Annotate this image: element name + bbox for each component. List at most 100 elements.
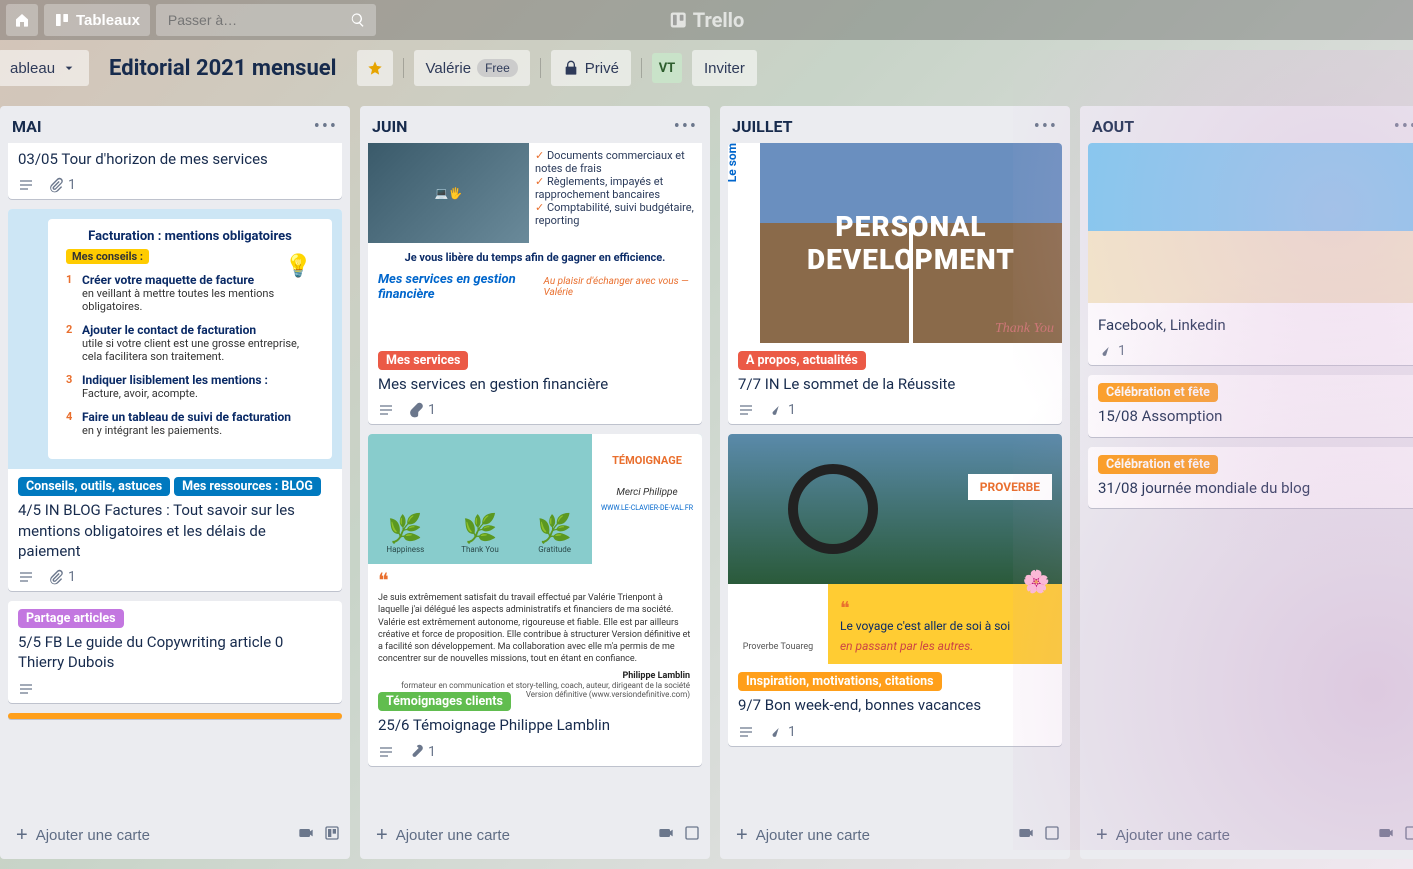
member-avatar[interactable]: VT [652,53,682,83]
cover-image: 💻🖐️ [368,143,529,243]
card-label: Célébration et fête [1098,383,1218,402]
card[interactable]: Le sommet de la réussite PERSONAL DEVELO… [728,143,1062,424]
top-header: Tableaux Trello [0,0,1413,40]
video-icon[interactable] [1378,825,1394,845]
board-dropdown[interactable]: ableau [0,50,89,86]
list-cards: Le sommet de la réussite PERSONAL DEVELO… [720,143,1070,811]
jump-to-input[interactable] [156,4,376,36]
description-icon [378,402,394,418]
list-title[interactable]: JUILLET [732,117,793,136]
list-title[interactable]: MAI [12,117,42,136]
card[interactable]: 💻🖐️ Documents commerciaux et notes de fr… [368,143,702,424]
list-menu-button[interactable]: ••• [314,116,338,137]
card-cover: PROVERBE Proverbe Touareg 🌸 ❝ Le voyage … [728,434,1062,664]
brand-text: Trello [693,8,745,32]
star-icon [367,60,383,76]
card[interactable] [8,713,342,719]
add-card-button[interactable]: +Ajouter une carte [730,819,1010,851]
list-cards: Facebook, Linkedin 1 Célébration et fête… [1080,143,1413,811]
card-cover: Le sommet de la réussite PERSONAL DEVELO… [728,143,1062,343]
card-label: Célébration et fête [1098,455,1218,474]
list-mai: MAI ••• 03/05 Tour d'horizon de mes serv… [0,106,350,859]
attachment-badge: 1 [768,724,796,740]
list-menu-button[interactable]: ••• [1394,116,1413,137]
video-icon[interactable] [658,825,674,845]
card-label: Témoignages clients [378,692,511,711]
chevron-down-icon [61,60,77,76]
search-icon [350,12,366,32]
list-title[interactable]: AOUT [1092,117,1134,136]
card[interactable]: 03/05 Tour d'horizon de mes services 1 [8,143,342,199]
card-title: 15/08 Assomption [1098,406,1412,426]
board-header: ableau Editorial 2021 mensuel Valérie Fr… [0,40,1413,96]
card-cover [1088,143,1413,303]
card-cover: Conseils, outils, astuces Facturation : … [8,209,342,469]
card[interactable]: Célébration et fête 15/08 Assomption [1088,375,1413,436]
card-title: Mes services en gestion financière [378,374,692,394]
description-icon [18,177,34,193]
card-label: Conseils, outils, astuces [18,477,170,496]
divider [403,58,404,78]
card[interactable]: Conseils, outils, astuces Facturation : … [8,209,342,591]
list-cards: 💻🖐️ Documents commerciaux et notes de fr… [360,143,710,811]
attachment-badge: 1 [768,402,796,418]
add-card-button[interactable]: +Ajouter une carte [370,819,650,851]
list-menu-button[interactable]: ••• [674,116,698,137]
boards-button[interactable]: Tableaux [44,4,150,36]
template-icon[interactable] [684,825,700,845]
plus-icon: + [376,825,388,845]
plan-badge: Free [477,59,518,77]
description-icon [378,744,394,760]
video-icon[interactable] [298,825,314,845]
add-card-button[interactable]: +Ajouter une carte [10,819,290,851]
list-menu-button[interactable]: ••• [1034,116,1058,137]
board-title[interactable]: Editorial 2021 mensuel [99,56,346,81]
list-title[interactable]: JUIN [372,117,407,136]
description-icon [18,569,34,585]
attachment-badge: 1 [408,402,436,418]
card-title: 7/7 IN Le sommet de la Réussite [738,374,1052,394]
template-icon[interactable] [324,825,340,845]
card[interactable]: Célébration et fête 31/08 journée mondia… [1088,447,1413,508]
board-canvas: MAI ••• 03/05 Tour d'horizon de mes serv… [0,96,1413,869]
list-juillet: JUILLET ••• Le sommet de la réussite PER… [720,106,1070,859]
search-wrap [156,4,376,36]
card-title: 25/6 Témoignage Philippe Lamblin [378,715,692,735]
add-card-button[interactable]: +Ajouter une carte [1090,819,1370,851]
description-icon [738,402,754,418]
attachment-badge: 1 [48,569,76,585]
plus-icon: + [16,825,28,845]
template-icon[interactable] [1044,825,1060,845]
star-button[interactable] [357,50,393,86]
card-cover: Happiness Thank You Gratitude TÉMOIGNAGE… [368,434,702,684]
template-icon[interactable] [1404,825,1413,845]
card-title: Facebook, Linkedin [1098,315,1412,335]
card-label: Mes ressources : BLOG [174,477,321,496]
lock-icon [563,60,579,76]
video-icon[interactable] [1018,825,1034,845]
attachment-badge: 1 [48,177,76,193]
card[interactable]: Partage articles 5/5 FB Le guide du Copy… [8,601,342,703]
boards-icon [54,12,70,28]
visibility-button[interactable]: Privé [551,50,631,86]
card-label: Partage articles [18,609,124,628]
board-dropdown-label: ableau [10,60,55,77]
card-label: Mes services [378,351,468,370]
card[interactable]: Happiness Thank You Gratitude TÉMOIGNAGE… [368,434,702,765]
workspace-button[interactable]: Valérie Free [414,50,530,86]
invite-label: Inviter [704,60,745,77]
home-button[interactable] [6,4,38,36]
invite-button[interactable]: Inviter [692,50,757,86]
card-label: A propos, actualités [738,351,866,370]
card[interactable]: PROVERBE Proverbe Touareg 🌸 ❝ Le voyage … [728,434,1062,745]
list-aout: AOUT ••• Facebook, Linkedin 1 Célébratio… [1080,106,1413,859]
card-title: 5/5 FB Le guide du Copywriting article 0… [18,632,332,673]
card-title: 03/05 Tour d'horizon de mes services [18,149,332,169]
description-icon [18,681,34,697]
card-title: 9/7 Bon week-end, bonnes vacances [738,695,1052,715]
card-title: 4/5 IN BLOG Factures : Tout savoir sur l… [18,500,332,561]
plus-icon: + [1096,825,1108,845]
card[interactable]: Facebook, Linkedin 1 [1088,143,1413,365]
home-icon [14,12,30,28]
magnifier-icon [788,464,878,554]
